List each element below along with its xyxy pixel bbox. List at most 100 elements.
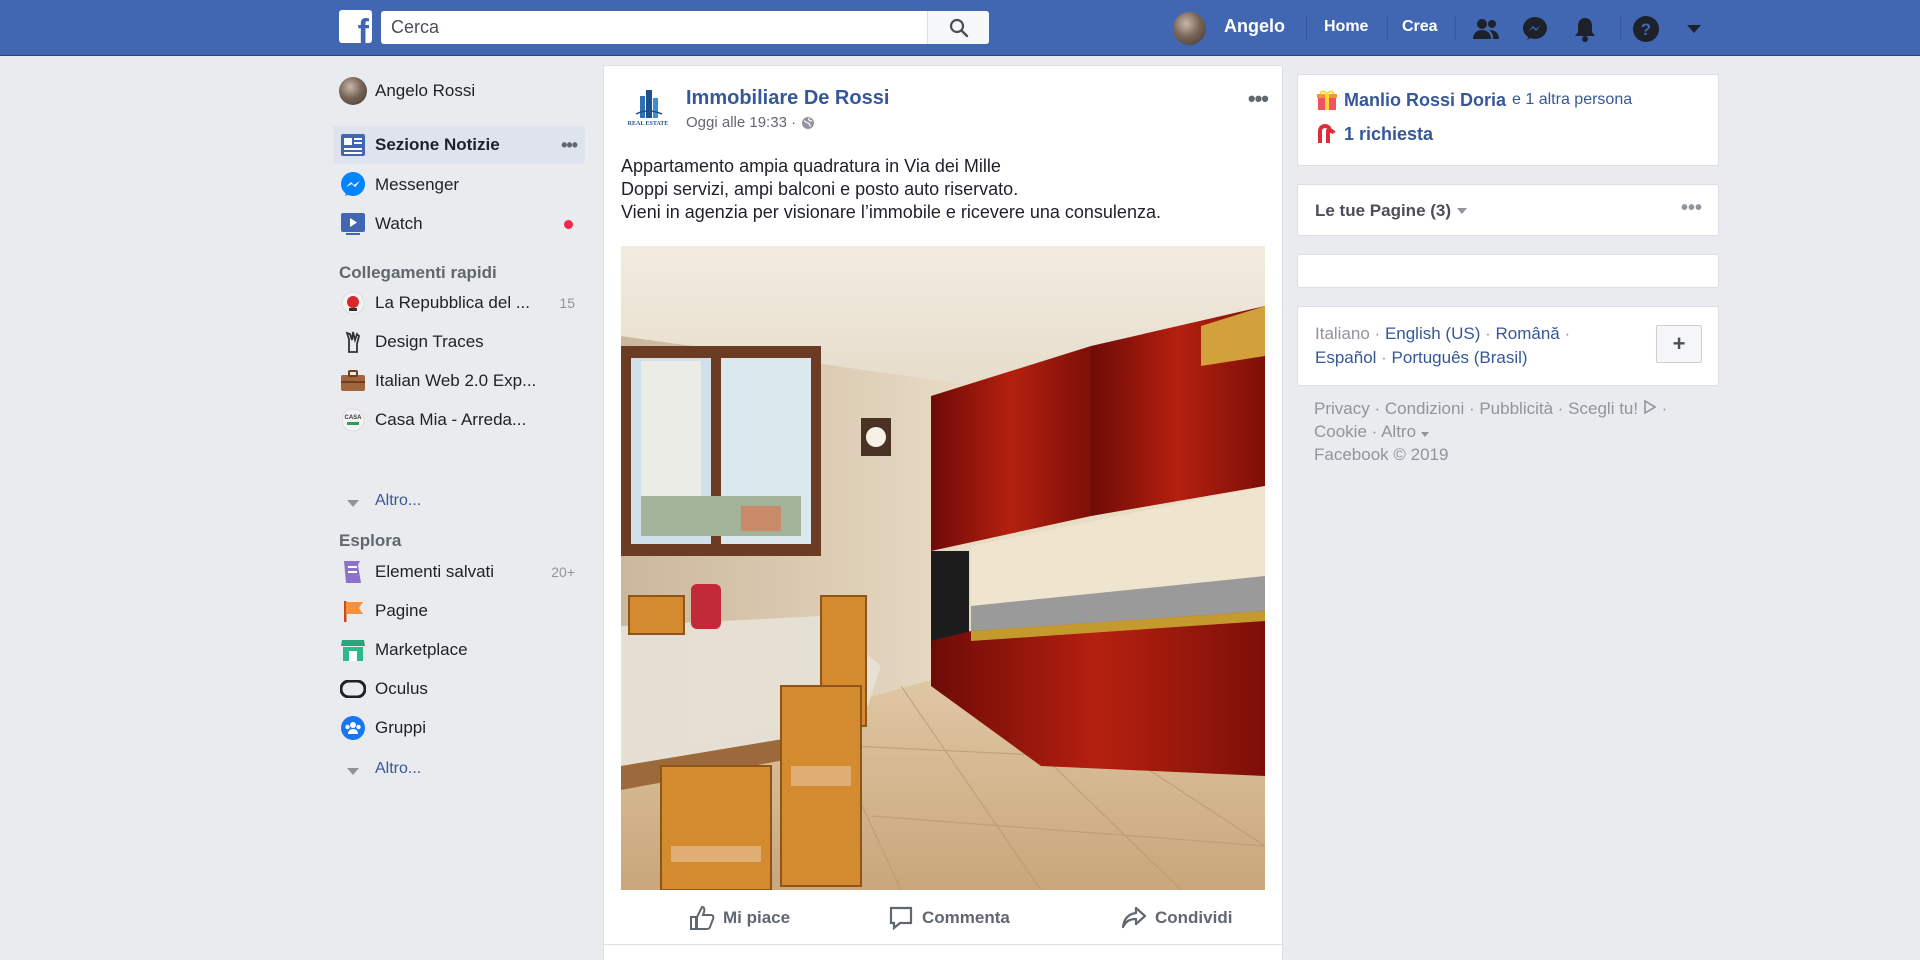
unread-count: 15	[559, 295, 575, 311]
explore-heading: Esplora	[339, 531, 402, 550]
language-link-english[interactable]: English (US)	[1385, 324, 1480, 343]
comment-bubble-icon	[889, 906, 913, 931]
oculus-icon	[339, 675, 367, 703]
add-language-button[interactable]: +	[1656, 325, 1702, 363]
post-actions-bar: Mi piace Commenta Condividi	[621, 898, 1265, 938]
post-timestamp[interactable]: Oggi alle 19:33 ·	[686, 114, 815, 131]
casa-mia-logo-icon: CASA	[339, 406, 367, 434]
svg-text:?: ?	[1641, 20, 1651, 39]
sidebar-item-label: La Repubblica del ...	[375, 293, 530, 312]
birthday-row[interactable]: Manlio Rossi Doria e 1 altra persona	[1316, 89, 1632, 111]
sidebar-item-label: Elementi salvati	[375, 562, 495, 581]
groups-icon	[339, 714, 367, 742]
more-footer-link[interactable]: Altro	[1381, 422, 1416, 441]
post-line: Appartamento ampia quadratura in Via dei…	[621, 156, 1001, 176]
sidebar-item-marketplace[interactable]: Marketplace	[333, 631, 585, 669]
messenger-icon[interactable]	[1520, 14, 1550, 44]
language-link-spanish[interactable]: Español	[1315, 348, 1376, 367]
copyright: Facebook © 2019	[1314, 445, 1449, 464]
more-options-icon[interactable]: •••	[561, 135, 578, 156]
candy-cane-icon	[1318, 124, 1336, 143]
advertising-link[interactable]: Pubblicità	[1479, 399, 1553, 418]
quick-link-item[interactable]: Italian Web 2.0 Exp...	[333, 362, 585, 400]
terms-link[interactable]: Condizioni	[1385, 399, 1464, 418]
comment-button[interactable]: Commenta	[888, 898, 1010, 938]
sidebar-item-oculus[interactable]: Oculus	[333, 670, 585, 708]
saved-count: 20+	[551, 564, 575, 580]
post-photo-kitchen[interactable]	[621, 246, 1265, 890]
top-navigation-bar: f Angelo Home Crea ?	[0, 0, 1920, 56]
saved-bookmark-icon	[339, 558, 367, 586]
help-icon[interactable]: ?	[1631, 14, 1661, 44]
sidebar-item-label: Oculus	[375, 679, 428, 698]
thumbs-up-icon	[690, 905, 715, 930]
sidebar-item-messenger[interactable]: Messenger	[333, 166, 585, 204]
cookie-link[interactable]: Cookie	[1314, 422, 1367, 441]
nav-divider	[1455, 16, 1456, 40]
language-link-portuguese[interactable]: Português (Brasil)	[1392, 348, 1528, 367]
quick-links-more-link[interactable]: Altro...	[375, 492, 421, 510]
messenger-icon	[339, 171, 367, 199]
language-line-1: Italiano · English (US) · Română ·	[1315, 324, 1571, 343]
comment-label: Commenta	[922, 908, 1010, 927]
sidebar-item-label: Design Traces	[375, 332, 484, 351]
svg-text:CASA: CASA	[344, 415, 362, 421]
sidebar-item-label: Pagine	[375, 601, 428, 620]
post-card: REAL ESTATE Immobiliare De Rossi Oggi al…	[603, 65, 1284, 960]
language-box: Italiano · English (US) · Română · Españ…	[1297, 306, 1719, 386]
notification-dot	[564, 219, 573, 229]
your-pages-dropdown[interactable]: Le tue Pagine (3)	[1315, 201, 1468, 221]
quick-link-item[interactable]: CASA Casa Mia - Arreda...	[333, 401, 585, 439]
avatar[interactable]	[1173, 12, 1206, 45]
create-link[interactable]: Crea	[1402, 18, 1438, 36]
share-button[interactable]: Condividi	[1121, 898, 1232, 938]
quick-link-item[interactable]: La Repubblica del ... 15	[333, 284, 585, 322]
sidebar-profile-link[interactable]: Angelo Rossi	[333, 72, 585, 110]
language-link-romanian[interactable]: Română	[1495, 324, 1559, 343]
sidebar-item-news-feed[interactable]: Sezione Notizie •••	[333, 126, 585, 164]
flag-icon	[339, 597, 367, 625]
footer-line-1: Privacy · Condizioni · Pubblicità · Sceg…	[1314, 399, 1668, 418]
notifications-bell-icon[interactable]	[1570, 14, 1600, 44]
friend-requests-icon[interactable]	[1471, 14, 1501, 44]
nav-divider	[1306, 16, 1307, 40]
more-options-icon[interactable]: •••	[1681, 197, 1702, 220]
quick-links-heading: Collegamenti rapidi	[339, 263, 497, 282]
home-link[interactable]: Home	[1324, 18, 1368, 36]
page-logo[interactable]: REAL ESTATE	[624, 84, 672, 132]
share-arrow-icon	[1121, 906, 1147, 929]
nav-divider	[1387, 16, 1388, 40]
profile-link[interactable]: Angelo	[1224, 16, 1285, 37]
your-pages-title: Le tue Pagine (3)	[1315, 201, 1452, 220]
ad-choices-link[interactable]: Scegli tu!	[1568, 399, 1638, 418]
your-pages-box: Le tue Pagine (3) •••	[1297, 184, 1719, 236]
sidebar-item-label: Messenger	[375, 175, 460, 194]
explore-more-link[interactable]: Altro...	[375, 760, 421, 778]
watch-icon	[339, 210, 367, 238]
sidebar-item-groups[interactable]: Gruppi	[333, 709, 585, 747]
requests-link[interactable]: 1 richiesta	[1344, 124, 1433, 145]
birthday-person-link[interactable]: Manlio Rossi Doria	[1344, 90, 1506, 111]
requests-row[interactable]: 1 richiesta	[1316, 123, 1433, 145]
post-author-link[interactable]: Immobiliare De Rossi	[686, 87, 889, 110]
like-label: Mi piace	[723, 908, 791, 927]
facebook-logo-icon[interactable]: f	[339, 10, 372, 43]
search-input[interactable]	[381, 11, 927, 44]
sidebar-item-saved[interactable]: Elementi salvati 20+	[333, 553, 585, 591]
chevron-down-icon	[1457, 208, 1468, 214]
search-button[interactable]	[927, 11, 989, 44]
like-button[interactable]: Mi piace	[689, 898, 790, 938]
sidebar-item-pages[interactable]: Pagine	[333, 592, 585, 630]
newspaper-logo-icon	[339, 289, 367, 317]
privacy-link[interactable]: Privacy	[1314, 399, 1370, 418]
post-line: Doppi servizi, ampi balconi e posto auto…	[621, 179, 1019, 199]
sidebar-item-watch[interactable]: Watch	[333, 205, 585, 243]
account-menu-chevron-down-icon[interactable]	[1679, 14, 1709, 44]
post-options-icon[interactable]: •••	[1248, 86, 1269, 112]
sidebar-item-label: Casa Mia - Arreda...	[375, 410, 527, 429]
marketplace-store-icon	[339, 636, 367, 664]
footer-line-2: Cookie · Altro	[1314, 422, 1429, 442]
birthday-others-link[interactable]: e 1 altra persona	[1512, 91, 1632, 109]
divider	[604, 944, 1284, 945]
quick-link-item[interactable]: Design Traces	[333, 323, 585, 361]
